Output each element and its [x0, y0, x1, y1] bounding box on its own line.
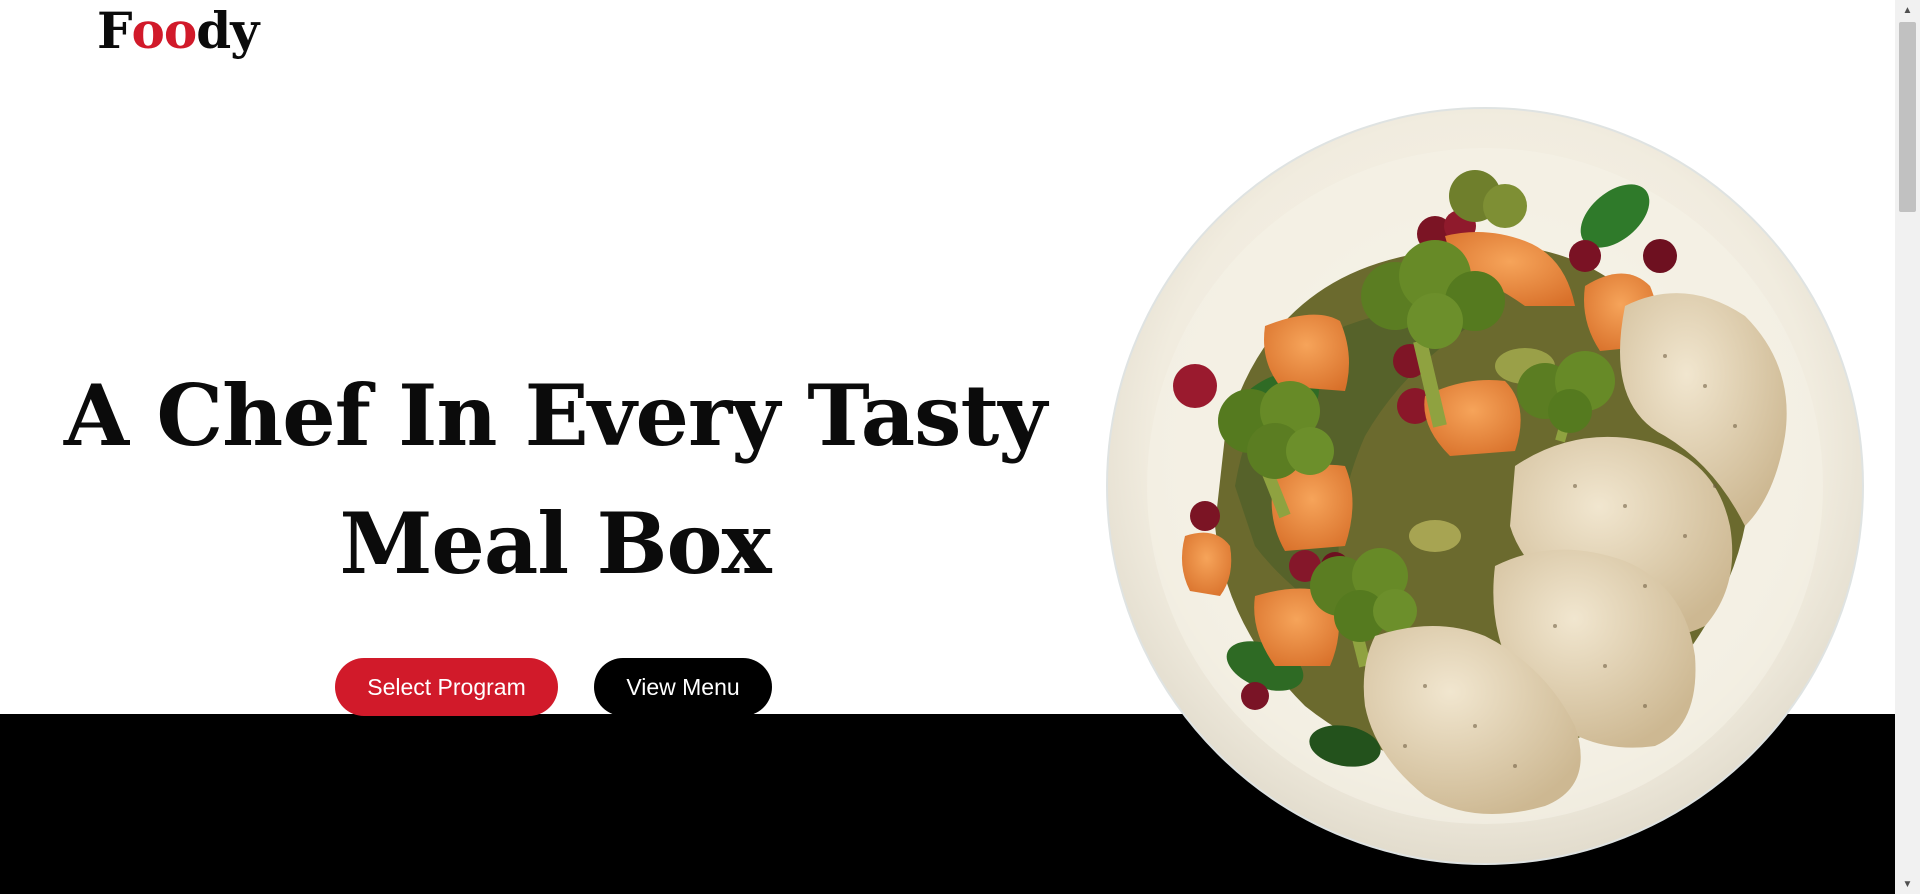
hero-food-image: [1105, 106, 1865, 866]
view-menu-button[interactable]: View Menu: [594, 658, 772, 716]
hero-title-line-2: Meal Box: [339, 494, 771, 593]
select-program-button[interactable]: Select Program: [335, 658, 558, 716]
logo[interactable]: Foody: [97, 0, 259, 62]
scrollbar-thumb[interactable]: [1899, 22, 1916, 212]
vertical-scrollbar[interactable]: ▲ ▼: [1895, 0, 1920, 894]
logo-letter-d: d: [196, 1, 231, 60]
logo-letter-o-1: o: [131, 1, 165, 60]
hero-title: A Chef In Every Tasty Meal Box: [40, 352, 1070, 608]
page: Foody A Chef In Every Tasty Meal Box Sel…: [0, 0, 1920, 894]
logo-letter-f: F: [97, 1, 132, 60]
scroll-up-arrow-icon[interactable]: ▲: [1895, 0, 1920, 20]
page-viewport: Foody A Chef In Every Tasty Meal Box Sel…: [0, 0, 1895, 894]
logo-letter-y: y: [230, 1, 259, 60]
food-plate-icon: [1106, 107, 1864, 865]
scroll-down-arrow-icon[interactable]: ▼: [1895, 874, 1920, 894]
logo-letter-o-2: o: [163, 1, 197, 60]
hero-title-line-1: A Chef In Every Tasty: [63, 366, 1047, 465]
